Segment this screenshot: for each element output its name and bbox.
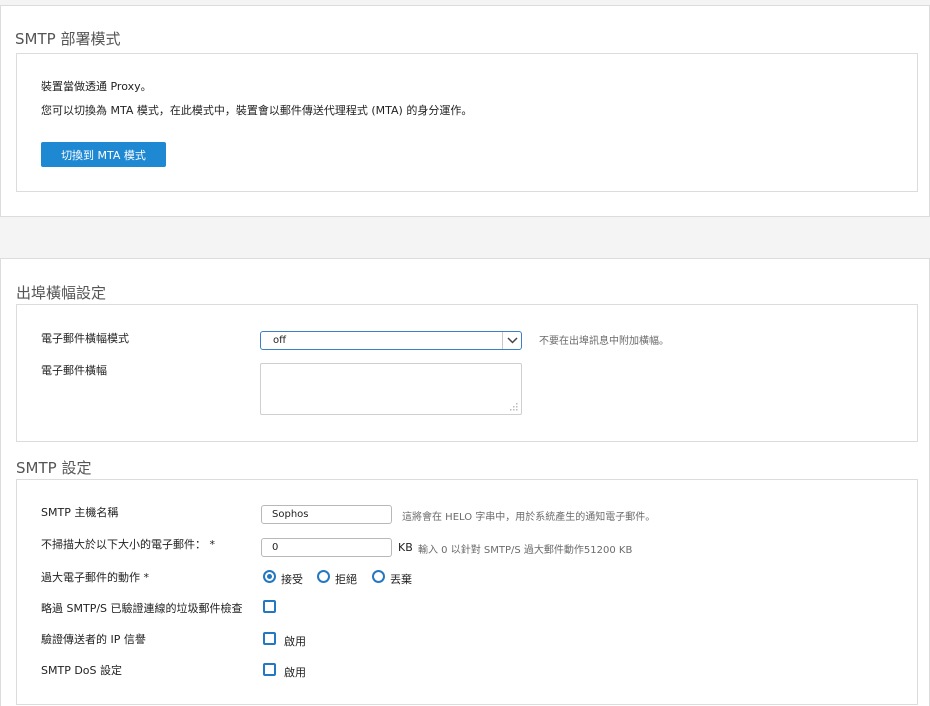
skip-spam-check-label: 略過 SMTP/S 已驗證連線的垃圾郵件檢查 (41, 602, 243, 615)
outbound-banner-box: 電子郵件橫幅模式 off 不要在出埠訊息中附加橫幅。 電子郵件橫幅 (16, 304, 918, 442)
ip-reputation-enable-label[interactable]: 啟用 (284, 633, 306, 649)
smtp-deployment-mode-box: 裝置當做透通 Proxy。 您可以切換為 MTA 模式，在此模式中，裝置會以郵件… (16, 53, 918, 192)
smtp-settings-title: SMTP 設定 (16, 459, 92, 477)
smtp-dos-checkbox[interactable] (263, 663, 276, 676)
switch-to-mta-button[interactable]: 切換到 MTA 模式 (41, 142, 166, 167)
chevron-down-icon (502, 332, 521, 349)
oversize-accept-radio[interactable] (263, 570, 276, 583)
resize-grip-icon[interactable] (509, 402, 518, 411)
ip-reputation-label: 驗證傳送者的 IP 信譽 (41, 633, 146, 646)
email-banner-mode-value: off (273, 335, 287, 346)
noscan-size-value: 0 (272, 542, 279, 553)
ip-reputation-checkbox[interactable] (263, 632, 276, 645)
noscan-size-input[interactable]: 0 (261, 538, 392, 557)
smtp-deployment-mode-panel: SMTP 部署模式 裝置當做透通 Proxy。 您可以切換為 MTA 模式，在此… (0, 5, 930, 217)
noscan-size-label: 不掃描大於以下大小的電子郵件： * (41, 538, 215, 551)
smtp-dos-label: SMTP DoS 設定 (41, 664, 123, 677)
oversize-action-label: 過大電子郵件的動作 * (41, 571, 149, 584)
email-banner-textarea[interactable] (260, 363, 522, 415)
smtp-settings-box: SMTP 主機名稱 Sophos 這將會在 HELO 字串中，用於系統產生的通知… (16, 479, 918, 705)
transparent-proxy-text: 裝置當做透通 Proxy。 (41, 80, 152, 93)
email-banner-mode-select[interactable]: off (260, 331, 522, 350)
outbound-banner-title: 出埠橫幅設定 (16, 284, 107, 302)
oversize-drop-radio[interactable] (372, 570, 385, 583)
email-banner-label: 電子郵件橫幅 (41, 364, 107, 377)
noscan-size-unit: KB (398, 541, 413, 554)
oversize-reject-radio[interactable] (317, 570, 330, 583)
oversize-drop-label[interactable]: 丟棄 (390, 571, 412, 587)
smtp-hostname-value: Sophos (272, 509, 309, 520)
smtp-hostname-label: SMTP 主機名稱 (41, 506, 119, 519)
mta-mode-description: 您可以切換為 MTA 模式，在此模式中，裝置會以郵件傳送代理程式 (MTA) 的… (41, 104, 473, 117)
outbound-settings-panel: 出埠橫幅設定 電子郵件橫幅模式 off 不要在出埠訊息中附加橫幅。 電子郵件橫幅… (0, 258, 930, 706)
email-banner-mode-label: 電子郵件橫幅模式 (41, 332, 129, 345)
oversize-reject-label[interactable]: 拒絕 (335, 571, 357, 587)
email-banner-mode-hint: 不要在出埠訊息中附加橫幅。 (539, 336, 669, 347)
smtp-dos-enable-label[interactable]: 啟用 (284, 664, 306, 680)
smtp-hostname-hint: 這將會在 HELO 字串中，用於系統產生的通知電子郵件。 (402, 512, 656, 523)
smtp-hostname-input[interactable]: Sophos (261, 505, 392, 524)
skip-spam-check-checkbox[interactable] (263, 600, 276, 613)
smtp-deployment-mode-title: SMTP 部署模式 (15, 30, 121, 48)
noscan-size-hint: 輸入 0 以針對 SMTP/S 過大郵件動作51200 KB (418, 545, 633, 556)
oversize-accept-label[interactable]: 接受 (281, 571, 303, 587)
